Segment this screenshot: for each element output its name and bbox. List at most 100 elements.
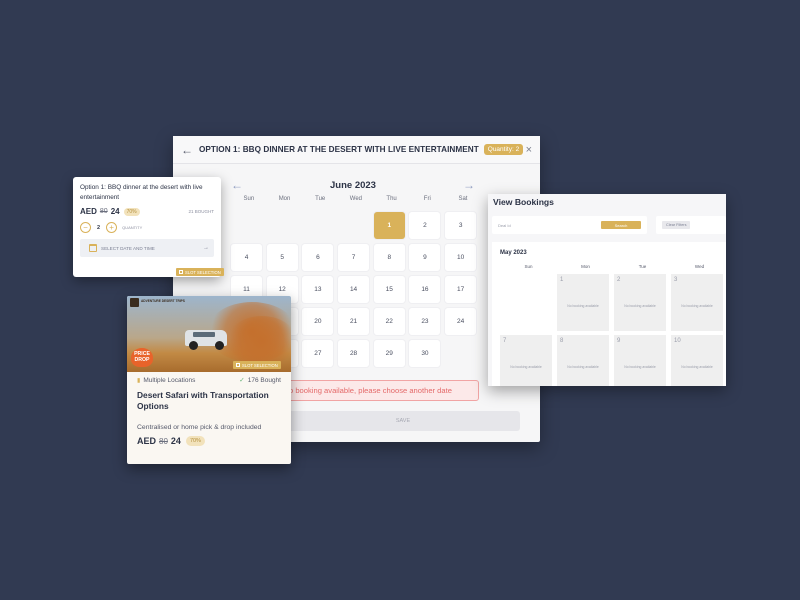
error-message: o booking available, please choose anoth… [286,380,479,401]
old-price: 80 [99,208,108,215]
calendar-icon [89,244,97,252]
bought-count: 176 Bought [247,376,281,384]
discount-badge: 70% [185,436,205,446]
bookings-day-number: 7 [503,338,507,344]
clear-filters-button[interactable]: Clear Filters [662,221,691,229]
calendar-day[interactable]: 5 [266,244,298,271]
calendar-day[interactable]: 9 [409,244,441,271]
bookings-day-number: 10 [674,338,681,344]
bookings-day-cell[interactable]: 3 No booking available [671,274,723,331]
next-month-icon[interactable]: → [463,178,475,192]
deal-meta: ▮ Multiple Locations ✓ 176 Bought [127,376,291,385]
calendar-day[interactable]: 13 [302,276,334,303]
calendar-empty-cell [267,212,298,239]
bought-count: 21 BOUGHT [188,209,214,214]
plus-icon[interactable]: + [106,222,118,233]
calendar-empty-cell [302,212,333,239]
weekday-label: Thu [386,196,397,202]
currency: AED [137,436,157,446]
close-icon[interactable]: × [526,144,532,156]
weekday-label: Sat [458,196,468,202]
calendar-day[interactable]: 6 [302,244,334,271]
slot-selection-badge: SLOT SELECTION [176,268,224,276]
deal-subtitle: Centralised or home pick & drop included [137,424,262,431]
calendar-day[interactable]: 4 [231,244,262,271]
location-pin-icon: ▮ [137,377,141,384]
bookings-month: May 2023 [500,250,527,256]
price-drop-badge: PRICE DROP [131,348,153,367]
bookings-weekday-header: Sun Mon Tue Wed [500,264,726,269]
prev-month-icon[interactable]: ← [231,178,243,192]
option-title: Option 1: BBQ dinner at the desert with … [80,184,203,201]
calendar-day[interactable]: 20 [302,308,334,335]
calendar-day[interactable]: 22 [373,308,405,335]
calendar-month: June 2023 [330,179,376,191]
bookings-day-number: 9 [617,338,621,344]
old-price: 80 [159,436,168,446]
calendar-day[interactable]: 14 [338,276,370,303]
calendar-nav: ← June 2023 → [231,178,475,192]
search-button[interactable]: Search [600,221,641,229]
view-bookings-panel: View Bookings Deal Id Search Clear Filte… [488,194,726,386]
view-bookings-title: View Bookings [493,197,554,207]
bookings-empty-cell [500,274,552,331]
back-arrow-icon[interactable]: ← [181,143,197,157]
select-date-button[interactable]: SELECT DATE AND TIME → [80,239,214,257]
calendar-empty-cell [338,212,369,239]
quantity-label: QUANTITY [122,225,143,230]
weekday-label: Tue [315,196,326,202]
quantity-badge: Quantity: 2 [483,144,524,155]
slot-selection-label: SLOT SELECTION [242,362,278,368]
bookings-day-cell[interactable]: 10 No booking available [671,335,723,386]
minus-icon[interactable]: − [80,222,91,233]
deal-price-row: AED 80 24 70% [127,436,291,446]
new-price: 24 [110,207,120,216]
weekday-label: Mon [581,264,590,269]
calendar-day[interactable]: 29 [373,340,405,367]
calendar-day[interactable]: 8 [373,244,405,271]
calendar-day[interactable]: 15 [373,276,405,303]
calendar-day[interactable]: 30 [409,340,441,367]
calendar-day[interactable]: 16 [409,276,441,303]
calendar-icon [236,363,240,367]
calendar-day[interactable]: 1 [373,212,405,239]
bookings-day-cell[interactable]: 8 No booking available [557,335,609,386]
calendar-day[interactable]: 23 [409,308,441,335]
calendar-day[interactable]: 2 [409,212,441,239]
deal-card[interactable]: ADVENTURE DESERT TRIPS PRICE DROP SLOT S… [127,296,291,464]
bookings-day-number: 2 [617,277,621,283]
new-price: 24 [170,436,181,446]
weekday-label: Sun [243,196,255,202]
search-input[interactable]: Deal Id [498,223,601,228]
weekday-label: Wed [349,196,363,202]
calendar-day[interactable]: 21 [338,308,370,335]
no-booking-note: No booking available [567,365,599,369]
calendar-day[interactable]: 3 [445,212,477,239]
save-button[interactable]: SAVE [286,411,520,431]
weekday-label: Mon [278,196,291,202]
currency: AED [80,207,97,216]
no-booking-note: No booking available [681,365,713,369]
search-bar: Deal Id Search [492,216,647,234]
deal-image: ADVENTURE DESERT TRIPS PRICE DROP SLOT S… [127,296,291,372]
no-booking-note: No booking available [624,365,656,369]
calendar-day[interactable]: 24 [445,308,477,335]
bookings-day-cell[interactable]: 9 No booking available [614,335,666,386]
calendar-day[interactable]: 17 [445,276,477,303]
no-booking-note: No booking available [510,365,542,369]
modal-title: OPTION 1: BBQ DINNER AT THE DESERT WITH … [199,145,479,154]
bookings-day-cell[interactable]: 2 No booking available [614,274,666,331]
weekday-label: Tue [638,264,647,269]
bookings-day-number: 8 [560,338,564,344]
brand-logo: ADVENTURE DESERT TRIPS [130,297,188,307]
deal-title: Desert Safari with Transportation Option… [137,390,269,411]
bookings-day-cell[interactable]: 1 No booking available [557,274,609,331]
calendar-day[interactable]: 7 [338,244,370,271]
calendar-day[interactable]: 10 [445,244,477,271]
discount-badge: 70% [123,207,140,216]
calendar-day[interactable]: 28 [338,340,370,367]
calendar-day[interactable]: 27 [302,340,334,367]
arrow-right-icon: → [203,245,209,251]
bookings-day-cell[interactable]: 7 No booking available [500,335,552,386]
bookings-calendar: May 2023 Sun Mon Tue Wed 1 No booking availa… [492,242,726,386]
